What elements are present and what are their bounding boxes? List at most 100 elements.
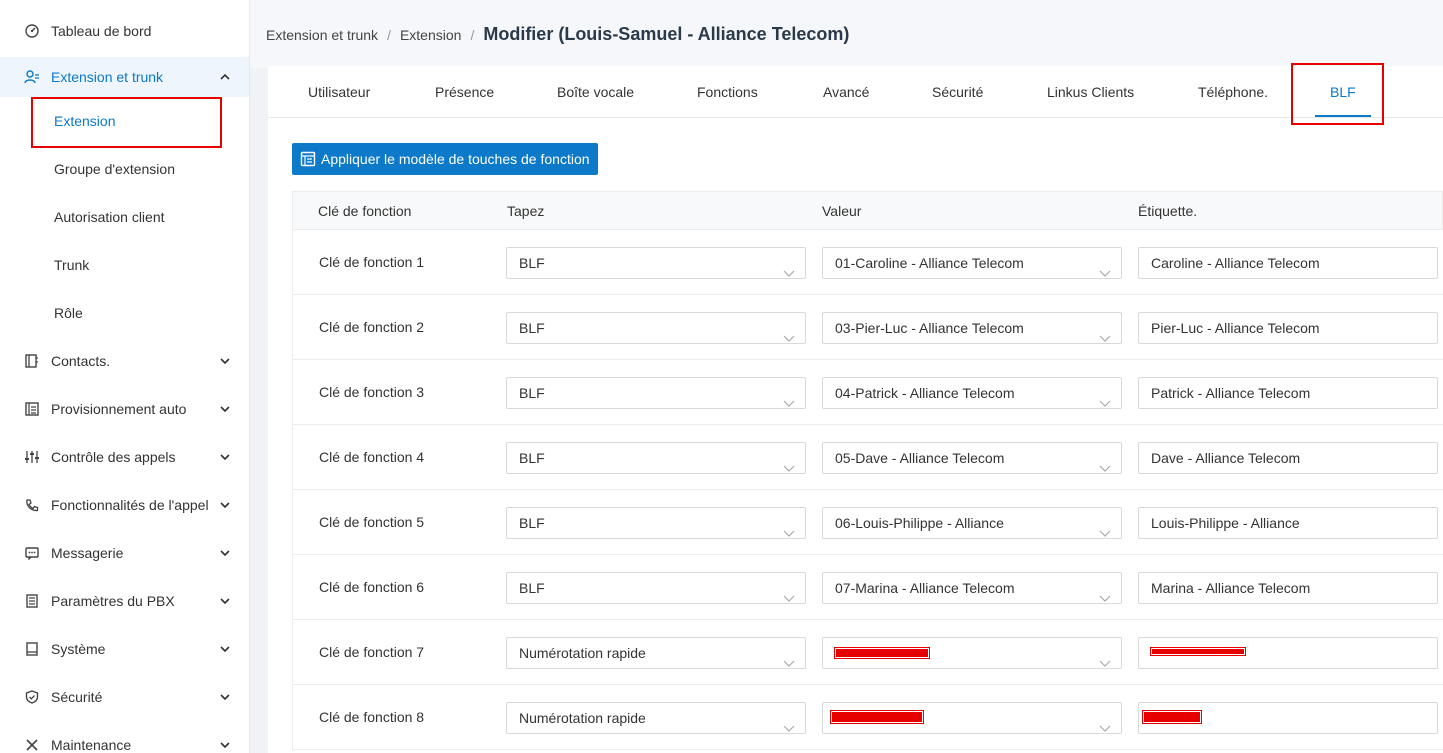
- nav-pbx-settings-label: Paramètres du PBX: [51, 593, 175, 609]
- nav-maintenance[interactable]: Maintenance: [0, 725, 249, 753]
- label-input[interactable]: [1138, 702, 1438, 734]
- nav-dashboard[interactable]: Tableau de bord: [0, 11, 249, 51]
- users-icon: [24, 69, 40, 85]
- sidebar: Tableau de bord Extension et trunk Exten…: [0, 0, 250, 753]
- label-input[interactable]: [1138, 637, 1438, 669]
- table-row: Clé de fonction 4 BLF 05-Dave - Alliance…: [292, 425, 1443, 490]
- label-input[interactable]: Pier-Luc - Alliance Telecom: [1138, 312, 1438, 344]
- sidebar-item-label: Trunk: [54, 257, 90, 273]
- label-input[interactable]: Dave - Alliance Telecom: [1138, 442, 1438, 474]
- chevron-down-icon: [1099, 388, 1111, 407]
- value-select-value: 05-Dave - Alliance Telecom: [835, 450, 1005, 466]
- sidebar-item-client-authorization[interactable]: Autorisation client: [0, 197, 249, 237]
- table-row: Clé de fonction 8 Numérotation rapide: [292, 685, 1443, 750]
- column-header-label: Étiquette.: [1138, 203, 1198, 219]
- value-select[interactable]: [822, 702, 1122, 734]
- chevron-down-icon: [219, 355, 231, 367]
- nav-call-features[interactable]: Fonctionnalités de l'appel: [0, 485, 249, 525]
- nav-extension-trunk[interactable]: Extension et trunk: [0, 57, 249, 97]
- chevron-down-icon: [219, 547, 231, 559]
- sidebar-item-role[interactable]: Rôle: [0, 293, 249, 333]
- chevron-down-icon: [1099, 323, 1111, 342]
- value-select[interactable]: 07-Marina - Alliance Telecom: [822, 572, 1122, 604]
- type-select[interactable]: Numérotation rapide: [506, 637, 806, 669]
- label-input[interactable]: Caroline - Alliance Telecom: [1138, 247, 1438, 279]
- value-select[interactable]: 04-Patrick - Alliance Telecom: [822, 377, 1122, 409]
- chevron-up-icon: [219, 71, 231, 83]
- redaction-mark: [834, 647, 930, 659]
- table-row: Clé de fonction 6 BLF 07-Marina - Allian…: [292, 555, 1443, 620]
- chevron-down-icon: [219, 595, 231, 607]
- function-key-name: Clé de fonction 2: [319, 319, 425, 335]
- type-select[interactable]: BLF: [506, 442, 806, 474]
- system-icon: [24, 641, 40, 657]
- tab-security[interactable]: Sécurité: [932, 66, 983, 118]
- pbx-settings-icon: [24, 593, 40, 609]
- chevron-down-icon: [1099, 648, 1111, 667]
- tab-linkus-clients[interactable]: Linkus Clients: [1047, 66, 1134, 118]
- value-select-value: 04-Patrick - Alliance Telecom: [835, 385, 1015, 401]
- function-key-name: Clé de fonction 3: [319, 384, 425, 400]
- nav-pbx-settings[interactable]: Paramètres du PBX: [0, 581, 249, 621]
- nav-dashboard-label: Tableau de bord: [51, 23, 152, 39]
- sidebar-item-extension-group[interactable]: Groupe d'extension: [0, 149, 249, 189]
- table-row: Clé de fonction 2 BLF 03-Pier-Luc - Alli…: [292, 295, 1443, 360]
- value-select[interactable]: 01-Caroline - Alliance Telecom: [822, 247, 1122, 279]
- value-select-value: 01-Caroline - Alliance Telecom: [835, 255, 1024, 271]
- nav-messaging[interactable]: Messagerie: [0, 533, 249, 573]
- nav-security[interactable]: Sécurité: [0, 677, 249, 717]
- nav-system-label: Système: [51, 641, 106, 657]
- breadcrumb-separator: /: [387, 26, 391, 43]
- nav-provisioning[interactable]: Provisionnement auto: [0, 389, 249, 429]
- breadcrumb-separator: /: [470, 26, 475, 43]
- column-header-value: Valeur: [822, 203, 862, 219]
- function-key-name: Clé de fonction 6: [319, 579, 425, 595]
- chevron-down-icon: [783, 388, 795, 407]
- chevron-down-icon: [783, 258, 795, 277]
- contacts-icon: [24, 353, 40, 369]
- nav-call-control[interactable]: Contrôle des appels: [0, 437, 249, 477]
- apply-function-key-template-button[interactable]: Appliquer le modèle de touches de foncti…: [292, 143, 598, 175]
- table-header: Clé de fonction Tapez Valeur Étiquette.: [292, 191, 1443, 230]
- value-select[interactable]: 03-Pier-Luc - Alliance Telecom: [822, 312, 1122, 344]
- tab-presence[interactable]: Présence: [435, 66, 494, 118]
- sliders-icon: [24, 449, 40, 465]
- page-title: Modifier (Louis-Samuel - Alliance Teleco…: [483, 24, 850, 44]
- tab-utilisateur[interactable]: Utilisateur: [308, 66, 370, 118]
- type-select[interactable]: Numérotation rapide: [506, 702, 806, 734]
- type-select[interactable]: BLF: [506, 507, 806, 539]
- chevron-down-icon: [783, 518, 795, 537]
- nav-contacts[interactable]: Contacts.: [0, 341, 249, 381]
- chevron-down-icon: [219, 499, 231, 511]
- breadcrumb-extension[interactable]: Extension: [400, 27, 461, 43]
- chevron-down-icon: [219, 739, 231, 751]
- redaction-mark: [830, 710, 924, 724]
- tab-phone[interactable]: Téléphone.: [1198, 66, 1268, 118]
- dashboard-icon: [24, 23, 40, 39]
- chevron-down-icon: [1099, 583, 1111, 602]
- template-icon: [300, 151, 316, 167]
- value-select[interactable]: 06-Louis-Philippe - Alliance: [822, 507, 1122, 539]
- type-select[interactable]: BLF: [506, 247, 806, 279]
- label-input[interactable]: Marina - Alliance Telecom: [1138, 572, 1438, 604]
- tab-advanced[interactable]: Avancé: [823, 66, 869, 118]
- label-input[interactable]: Patrick - Alliance Telecom: [1138, 377, 1438, 409]
- chevron-down-icon: [783, 713, 795, 732]
- label-input[interactable]: Louis-Philippe - Alliance: [1138, 507, 1438, 539]
- value-select[interactable]: [822, 637, 1122, 669]
- value-select[interactable]: 05-Dave - Alliance Telecom: [822, 442, 1122, 474]
- breadcrumb-extension-trunk[interactable]: Extension et trunk: [266, 27, 378, 43]
- type-select-value: BLF: [519, 580, 545, 596]
- nav-system[interactable]: Système: [0, 629, 249, 669]
- type-select[interactable]: BLF: [506, 572, 806, 604]
- tab-voicemail[interactable]: Boîte vocale: [557, 66, 634, 118]
- breadcrumb: Extension et trunk / Extension / Modifie…: [266, 24, 849, 45]
- type-select[interactable]: BLF: [506, 377, 806, 409]
- value-select-value: 06-Louis-Philippe - Alliance: [835, 515, 1004, 531]
- chevron-down-icon: [1099, 518, 1111, 537]
- sidebar-item-trunk[interactable]: Trunk: [0, 245, 249, 285]
- type-select[interactable]: BLF: [506, 312, 806, 344]
- nav-contacts-label: Contacts.: [51, 353, 111, 369]
- tab-features[interactable]: Fonctions: [697, 66, 758, 118]
- highlight-box-extension: [31, 97, 222, 148]
